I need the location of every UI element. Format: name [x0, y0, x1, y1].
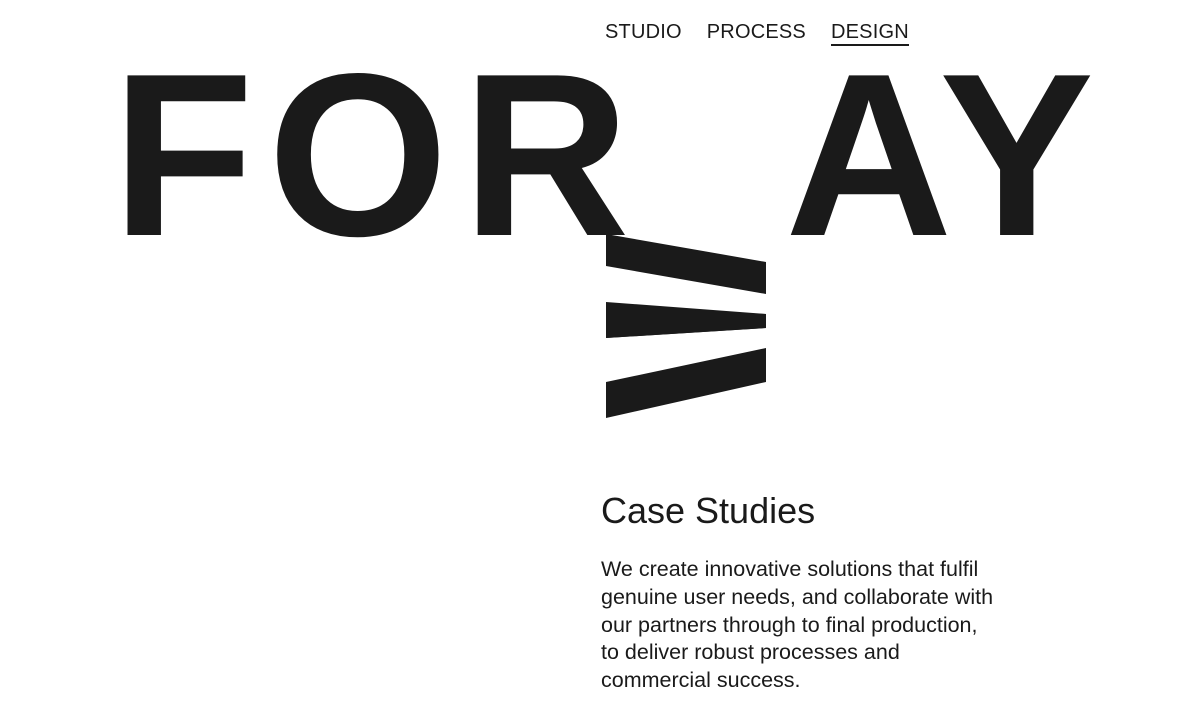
case-studies-description: We create innovative solutions that fulf… [601, 557, 994, 693]
logo-rotated-w [594, 210, 784, 430]
logo-w-shape [606, 234, 766, 418]
logo-text-for: FOR [112, 26, 644, 285]
logo-text-ay: AY [785, 26, 1102, 285]
case-studies-heading: Case Studies [601, 490, 816, 531]
